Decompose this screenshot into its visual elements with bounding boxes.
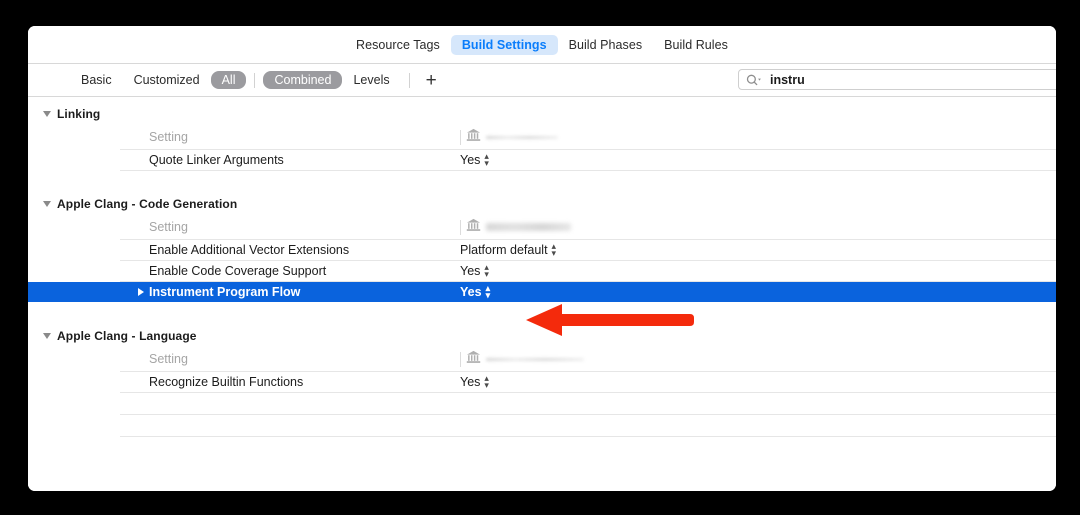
- filter-separator-2: [408, 72, 410, 88]
- setting-name-text: Instrument Program Flow: [149, 285, 301, 299]
- group-title: Apple Clang - Language: [57, 329, 197, 343]
- add-user-defined-setting-button[interactable]: +: [420, 71, 443, 90]
- stepper-icon[interactable]: ▴ ▾: [484, 152, 489, 168]
- column-header-row: Setting: [120, 215, 1056, 240]
- setting-name: Quote Linker Arguments: [149, 153, 284, 167]
- table-row[interactable]: Recognize Builtin Functions Yes ▴ ▾: [120, 372, 1056, 393]
- stepper-icon[interactable]: ▴ ▾: [486, 284, 491, 300]
- table-row[interactable]: Enable Code Coverage Support Yes ▴ ▾: [120, 261, 1056, 282]
- table-row[interactable]: Enable Additional Vector Extensions Plat…: [120, 240, 1056, 261]
- column-header-row: Setting: [120, 347, 1056, 372]
- setting-value-text: Yes: [460, 264, 481, 278]
- stepper-icon[interactable]: ▴ ▾: [484, 374, 489, 390]
- build-settings-list: Linking Setting Quote Linker Arguments Y…: [28, 97, 1056, 491]
- setting-value-selected[interactable]: Yes ▴ ▾: [460, 284, 490, 300]
- setting-value[interactable]: Yes ▴ ▾: [460, 152, 489, 168]
- group-title: Apple Clang - Code Generation: [57, 197, 238, 211]
- column-header-target: [460, 215, 571, 239]
- group-header-code-generation[interactable]: Apple Clang - Code Generation: [28, 193, 1056, 215]
- chevron-down-icon[interactable]: [43, 111, 51, 117]
- column-header-target: [460, 347, 584, 371]
- setting-name: Recognize Builtin Functions: [149, 375, 304, 389]
- settings-group-linking: Linking Setting Quote Linker Arguments Y…: [28, 103, 1056, 171]
- search-input[interactable]: [770, 72, 1050, 87]
- setting-name: Enable Additional Vector Extensions: [149, 243, 350, 257]
- bank-icon: [466, 218, 481, 237]
- filter-combined[interactable]: Combined: [263, 71, 343, 89]
- setting-name: Enable Code Coverage Support: [149, 264, 327, 278]
- column-header-setting: Setting: [149, 220, 188, 234]
- column-header-setting: Setting: [149, 130, 188, 144]
- xcode-project-editor-window: Resource Tags Build Settings Build Phase…: [28, 26, 1056, 491]
- setting-value-text: Yes: [460, 285, 482, 299]
- bank-icon: [466, 128, 481, 147]
- stepper-icon[interactable]: ▴ ▾: [484, 263, 489, 279]
- filter-customized[interactable]: Customized: [123, 71, 211, 89]
- column-divider: [460, 219, 461, 235]
- column-header-target: [460, 125, 558, 149]
- group-header-linking[interactable]: Linking: [28, 103, 1056, 125]
- setting-value[interactable]: Yes ▴ ▾: [460, 374, 489, 390]
- stepper-icon[interactable]: ▴ ▾: [552, 242, 557, 258]
- tab-build-settings[interactable]: Build Settings: [450, 34, 558, 55]
- bank-icon: [466, 350, 481, 369]
- setting-value[interactable]: Platform default ▴ ▾: [460, 242, 556, 258]
- table-row-selected[interactable]: Instrument Program Flow Yes ▴ ▾: [28, 282, 1056, 302]
- search-icon[interactable]: [746, 74, 763, 86]
- search-field[interactable]: [738, 69, 1056, 90]
- chevron-right-icon[interactable]: [138, 288, 144, 296]
- target-name-redacted: [486, 223, 571, 231]
- column-header-row: Setting: [120, 125, 1056, 150]
- settings-group-code-generation: Apple Clang - Code Generation Setting En…: [28, 193, 1056, 302]
- column-header-setting: Setting: [149, 352, 188, 366]
- table-row-empty[interactable]: [120, 415, 1056, 437]
- filter-levels[interactable]: Levels: [342, 71, 400, 89]
- settings-group-language: Apple Clang - Language Setting Recognize…: [28, 325, 1056, 437]
- table-row[interactable]: Quote Linker Arguments Yes ▴ ▾: [120, 150, 1056, 171]
- setting-value-text: Yes: [460, 153, 481, 167]
- column-divider: [460, 129, 461, 145]
- group-title: Linking: [57, 107, 101, 121]
- editor-tab-bar: Resource Tags Build Settings Build Phase…: [28, 26, 1056, 64]
- setting-value-text: Platform default: [460, 243, 548, 257]
- filter-all[interactable]: All: [210, 71, 247, 89]
- build-settings-filter-bar: Basic Customized All Combined Levels +: [28, 64, 1056, 97]
- tab-build-phases[interactable]: Build Phases: [558, 35, 654, 55]
- setting-name-selected: Instrument Program Flow: [120, 285, 460, 299]
- filter-separator-1: [254, 72, 256, 88]
- setting-value[interactable]: Yes ▴ ▾: [460, 263, 489, 279]
- tab-build-rules[interactable]: Build Rules: [653, 35, 739, 55]
- column-divider: [460, 351, 461, 367]
- chevron-down-icon[interactable]: [43, 333, 51, 339]
- target-name-redacted: [486, 357, 584, 361]
- tab-resource-tags[interactable]: Resource Tags: [345, 35, 451, 55]
- filter-basic[interactable]: Basic: [70, 71, 123, 89]
- group-header-language[interactable]: Apple Clang - Language: [28, 325, 1056, 347]
- chevron-down-icon[interactable]: [43, 201, 51, 207]
- screenshot-root: Resource Tags Build Settings Build Phase…: [0, 0, 1080, 515]
- target-name-redacted: [486, 135, 558, 139]
- table-row-empty[interactable]: [120, 393, 1056, 415]
- setting-value-text: Yes: [460, 375, 481, 389]
